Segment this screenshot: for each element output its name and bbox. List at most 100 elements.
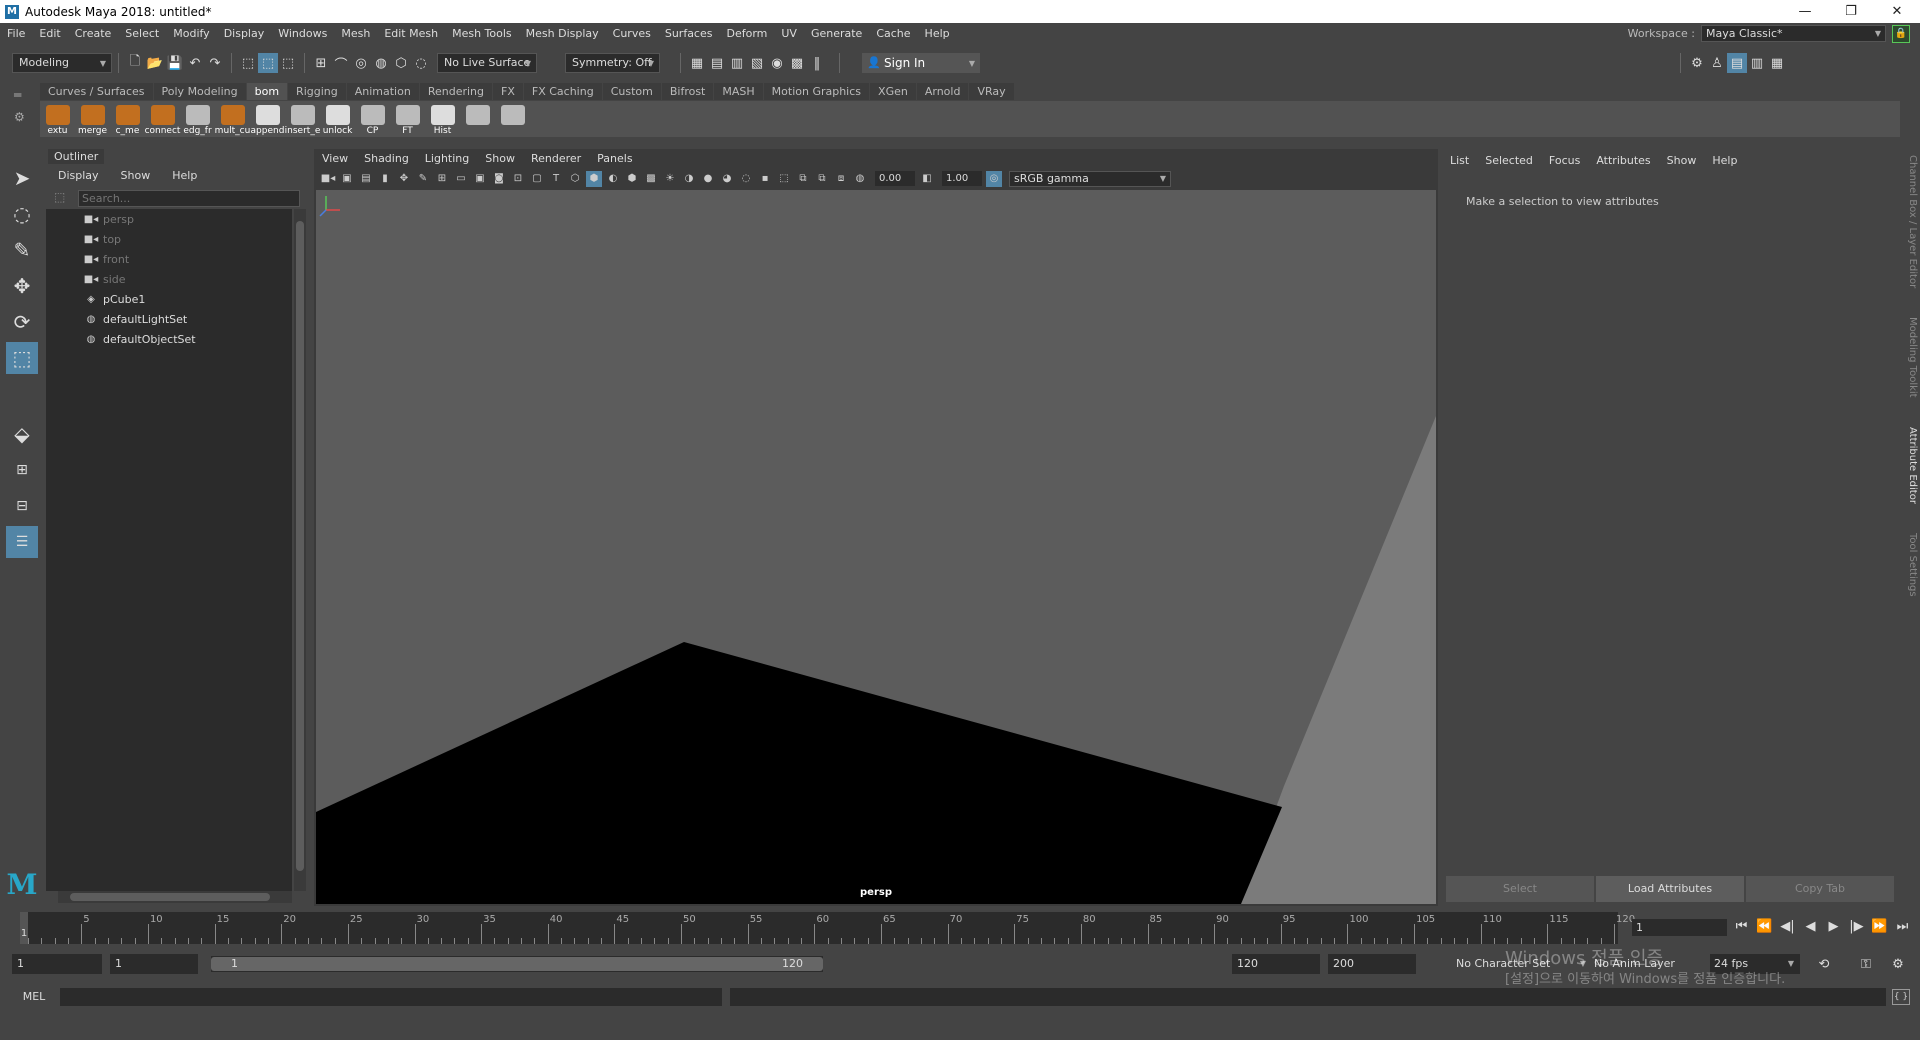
- menu-edit-mesh[interactable]: Edit Mesh: [377, 23, 445, 44]
- resolution-gate-icon[interactable]: ▣: [472, 171, 488, 187]
- close-button[interactable]: ✕: [1874, 0, 1920, 23]
- outliner-item-defaultobjectset[interactable]: ◍ defaultObjectSet: [46, 329, 292, 349]
- shelf-tab-motion-graphics[interactable]: Motion Graphics: [763, 83, 870, 100]
- redo-icon[interactable]: ↷: [205, 53, 225, 73]
- shelf-button-extu[interactable]: extu: [40, 103, 75, 137]
- menu-cache[interactable]: Cache: [869, 23, 917, 44]
- shelf-tab-animation[interactable]: Animation: [346, 83, 419, 100]
- grid-icon[interactable]: ⊞: [434, 171, 450, 187]
- new-scene-icon[interactable]: 🗋: [125, 53, 145, 73]
- attr-menu-attributes[interactable]: Attributes: [1588, 153, 1658, 169]
- live-surface-field[interactable]: No Live Surface: [437, 53, 537, 73]
- single-pane-layout-icon[interactable]: ⬙: [6, 418, 38, 450]
- step-back-key-icon[interactable]: ⏪: [1753, 917, 1776, 937]
- render-frame-icon[interactable]: ▤: [707, 53, 727, 73]
- motion-blur-icon[interactable]: ◕: [719, 171, 735, 187]
- gamma-icon[interactable]: ◧: [919, 171, 935, 187]
- field-chart-icon[interactable]: ⊡: [510, 171, 526, 187]
- color-management-icon[interactable]: ◎: [986, 170, 1002, 187]
- viewport-menu-show[interactable]: Show: [477, 149, 523, 169]
- snap-curve-icon[interactable]: ⌒: [331, 53, 351, 73]
- attr-menu-selected[interactable]: Selected: [1477, 153, 1541, 169]
- side-tab-modeling-toolkit[interactable]: Modeling Toolkit: [1902, 317, 1918, 398]
- use-all-lights-icon[interactable]: ☀: [662, 171, 678, 187]
- loop-icon[interactable]: ⟲: [1814, 954, 1834, 974]
- shelf-button-edg-fr[interactable]: edg_fr: [180, 103, 215, 137]
- xray-components-icon[interactable]: ⧈: [833, 171, 849, 187]
- shelf-tab-arnold[interactable]: Arnold: [916, 83, 969, 100]
- shelf-tab-fx-caching[interactable]: FX Caching: [523, 83, 602, 100]
- current-frame-field[interactable]: 1: [1632, 919, 1727, 936]
- anim-preferences-icon[interactable]: ⚙: [1888, 954, 1908, 974]
- default-material-icon[interactable]: ◐: [605, 171, 621, 187]
- shelf-button-merge[interactable]: merge: [75, 103, 110, 137]
- light-editor-icon[interactable]: ▩: [787, 53, 807, 73]
- shelf-tab-rendering[interactable]: Rendering: [419, 83, 492, 100]
- shadows-icon[interactable]: ◑: [681, 171, 697, 187]
- attr-menu-show[interactable]: Show: [1659, 153, 1705, 169]
- attr-menu-list[interactable]: List: [1442, 153, 1477, 169]
- step-forward-frame-icon[interactable]: |▶: [1845, 917, 1868, 937]
- attr-menu-focus[interactable]: Focus: [1541, 153, 1588, 169]
- shelf-tab-rigging[interactable]: Rigging: [288, 83, 346, 100]
- shelf-tab-fx[interactable]: FX: [493, 83, 523, 100]
- shelf-button-mult-cu[interactable]: mult_cu: [215, 103, 250, 137]
- shelf-button-unlock[interactable]: unlock: [320, 103, 355, 137]
- shelf-settings-icon[interactable]: ⚙: [14, 110, 34, 124]
- shelf-tab-xgen[interactable]: XGen: [870, 83, 916, 100]
- shelf-button-c-me[interactable]: c_me: [110, 103, 145, 137]
- lasso-tool-icon[interactable]: ◌: [6, 198, 38, 230]
- outliner-menu-help[interactable]: Help: [160, 167, 207, 185]
- menu-uv[interactable]: UV: [774, 23, 804, 44]
- undo-icon[interactable]: ↶: [185, 53, 205, 73]
- outliner-item-top[interactable]: ■◂ top: [46, 229, 292, 249]
- shelf-button-connect[interactable]: connect: [145, 103, 180, 137]
- attr-menu-help[interactable]: Help: [1704, 153, 1745, 169]
- outliner-horizontal-scrollbar[interactable]: [58, 891, 292, 903]
- outliner-item-front[interactable]: ■◂ front: [46, 249, 292, 269]
- shelf-tabs-menu-icon[interactable]: ═: [14, 88, 34, 102]
- minimize-button[interactable]: —: [1782, 0, 1828, 23]
- menu-create[interactable]: Create: [68, 23, 119, 44]
- playback-start-field[interactable]: 1: [110, 954, 198, 974]
- scrollbar-thumb[interactable]: [70, 893, 270, 901]
- outliner-menu-show[interactable]: Show: [109, 167, 161, 185]
- outliner-vertical-scrollbar[interactable]: [294, 209, 306, 891]
- depth-of-field-icon[interactable]: ▪: [757, 171, 773, 187]
- side-tab-attribute-editor[interactable]: Attribute Editor: [1902, 427, 1918, 504]
- bookmark-icon[interactable]: ▮: [377, 171, 393, 187]
- go-to-start-icon[interactable]: ⏮: [1730, 917, 1753, 937]
- outliner-layout-icon[interactable]: ☰: [6, 526, 38, 558]
- outliner-item-defaultlightset[interactable]: ◍ defaultLightSet: [46, 309, 292, 329]
- menu-mesh[interactable]: Mesh: [334, 23, 377, 44]
- film-gate-icon[interactable]: ▭: [453, 171, 469, 187]
- viewport-menu-view[interactable]: View: [314, 149, 356, 169]
- ipr-render-icon[interactable]: ▥: [727, 53, 747, 73]
- menu-modify[interactable]: Modify: [166, 23, 216, 44]
- channel-box-icon[interactable]: ▦: [1767, 53, 1787, 73]
- outliner-item-side[interactable]: ■◂ side: [46, 269, 292, 289]
- start-time-field[interactable]: 1: [12, 954, 102, 974]
- smooth-shade-icon[interactable]: ⬢: [586, 170, 602, 187]
- symmetry-dropdown[interactable]: Symmetry: Off: [565, 53, 660, 73]
- shelf-button-ft[interactable]: FT: [390, 103, 425, 137]
- menu-edit[interactable]: Edit: [32, 23, 67, 44]
- step-forward-key-icon[interactable]: ⏩: [1868, 917, 1891, 937]
- exposure-field[interactable]: 0.00: [875, 171, 915, 186]
- shelf-tab-mash[interactable]: MASH: [714, 83, 763, 100]
- rotate-tool-icon[interactable]: ⟳: [6, 306, 38, 338]
- menu-mesh-display[interactable]: Mesh Display: [519, 23, 606, 44]
- shelf-button-append[interactable]: append: [250, 103, 285, 137]
- gate-mask-icon[interactable]: ◙: [491, 171, 507, 187]
- load-attributes-button[interactable]: Load Attributes: [1596, 876, 1744, 902]
- menu-deform[interactable]: Deform: [719, 23, 774, 44]
- viewport-canvas[interactable]: persp: [316, 190, 1436, 904]
- camera-bookmark-icon[interactable]: ▣: [339, 171, 355, 187]
- gamma-field[interactable]: 1.00: [942, 171, 982, 186]
- render-view-icon[interactable]: ▦: [687, 53, 707, 73]
- step-back-frame-icon[interactable]: ◀|: [1776, 917, 1799, 937]
- menu-windows[interactable]: Windows: [271, 23, 334, 44]
- menu-mesh-tools[interactable]: Mesh Tools: [445, 23, 519, 44]
- pause-icon[interactable]: ‖: [807, 53, 827, 73]
- modeling-toolkit-icon[interactable]: ⚙: [1687, 53, 1707, 73]
